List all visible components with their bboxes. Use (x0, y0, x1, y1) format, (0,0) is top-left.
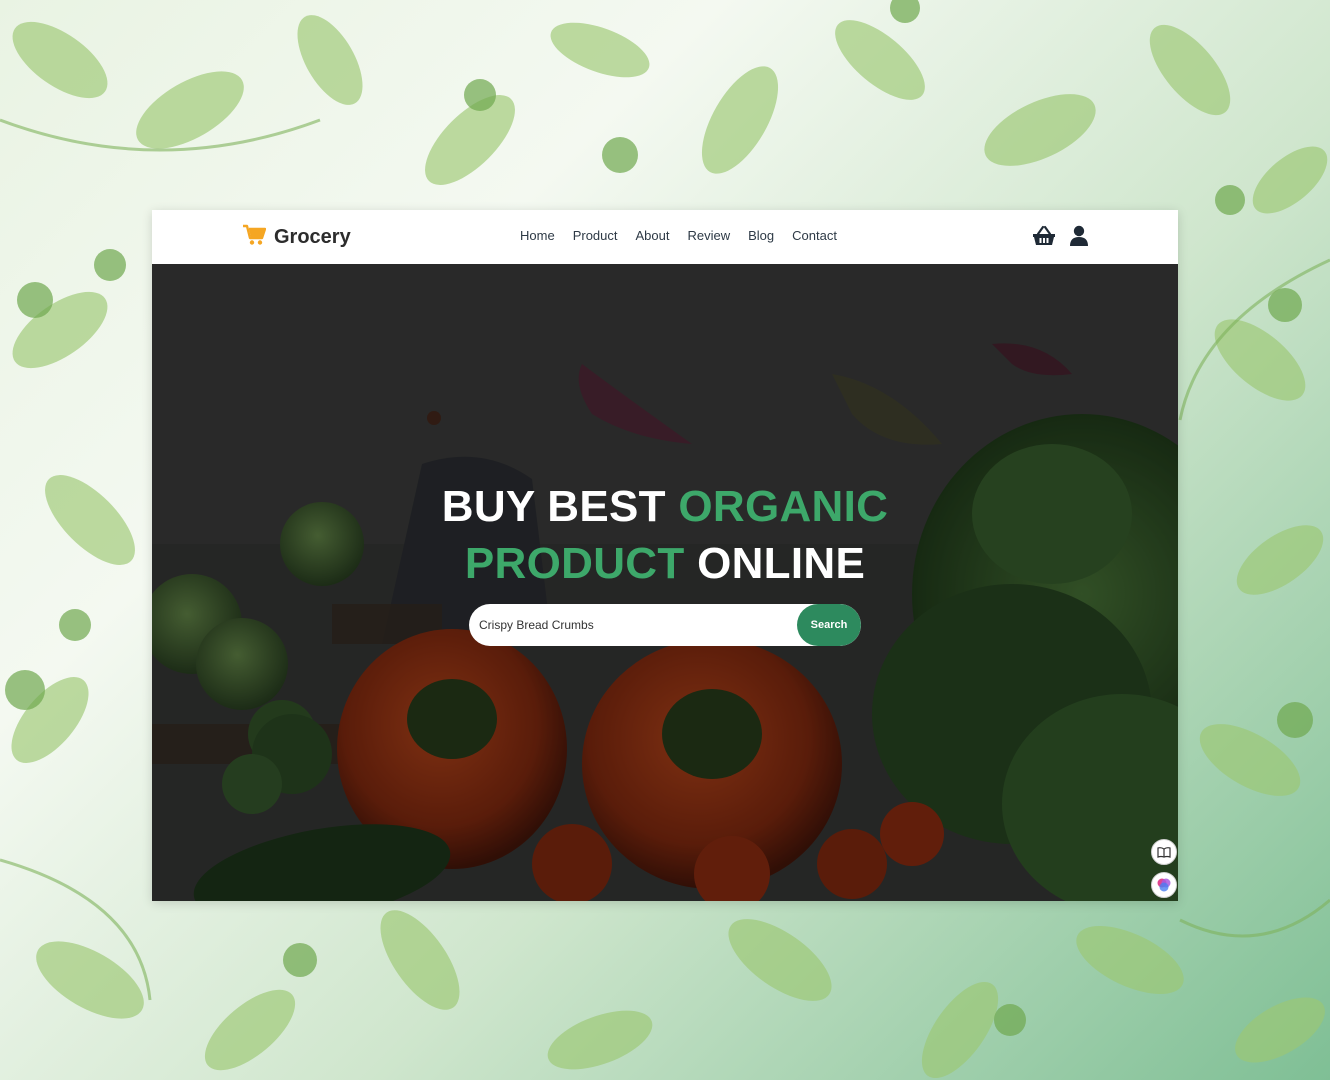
hero-heading: BUY BEST ORGANIC PRODUCT ONLINE (152, 478, 1178, 592)
search-button[interactable]: Search (797, 604, 861, 646)
nav-item-contact[interactable]: Contact (792, 228, 837, 243)
search-form: Search (469, 604, 861, 646)
website-window: Grocery Home Product About Review Blog C… (152, 210, 1178, 901)
header-icons (1032, 225, 1089, 252)
hero-line1-accent: ORGANIC (678, 482, 889, 531)
basket-icon[interactable] (1032, 225, 1056, 252)
book-icon[interactable] (1151, 839, 1177, 865)
nav-menu: Home Product About Review Blog Contact (520, 228, 837, 243)
hero-line2-accent: PRODUCT (464, 539, 685, 588)
shopping-cart-icon (242, 224, 267, 251)
hero-section: BUY BEST ORGANIC PRODUCT ONLINE Search (152, 264, 1178, 901)
nav-item-blog[interactable]: Blog (748, 228, 774, 243)
nav-item-review[interactable]: Review (687, 228, 730, 243)
hero-line1-white: BUY BEST (441, 482, 679, 531)
user-icon[interactable] (1069, 225, 1089, 252)
assistant-orb-icon[interactable] (1151, 872, 1177, 898)
brand-name: Grocery (274, 226, 351, 248)
brand-logo[interactable]: Grocery (242, 224, 351, 251)
hero-line2-white: ONLINE (684, 539, 866, 588)
search-input[interactable] (469, 604, 799, 646)
nav-item-home[interactable]: Home (520, 228, 555, 243)
navbar: Grocery Home Product About Review Blog C… (152, 210, 1178, 265)
nav-item-about[interactable]: About (636, 228, 670, 243)
nav-item-product[interactable]: Product (573, 228, 618, 243)
